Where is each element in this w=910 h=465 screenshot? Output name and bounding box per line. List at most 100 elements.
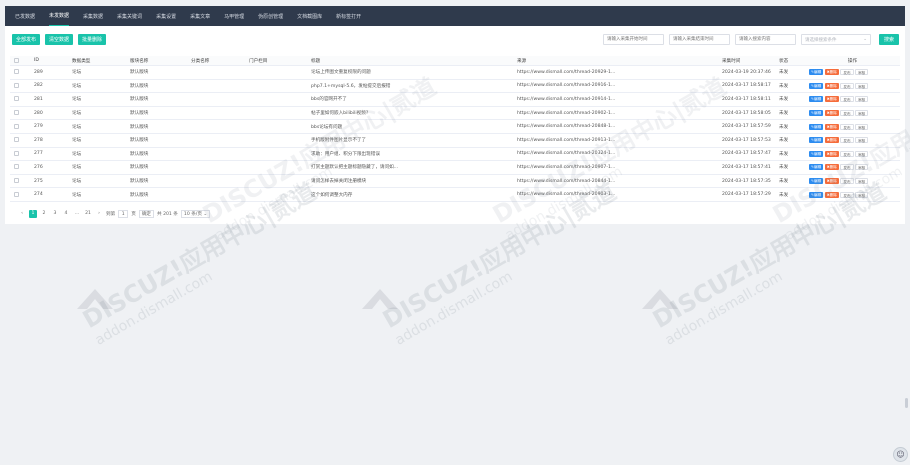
review-button[interactable]: 审核 (855, 96, 869, 103)
publish-button[interactable]: 发布 (840, 191, 854, 198)
nav-tab[interactable]: 伪原创管理 (258, 7, 283, 26)
edit-button[interactable]: ✎编辑 (809, 137, 824, 144)
row-checkbox[interactable] (14, 123, 19, 129)
nav-tab[interactable]: 未发数据 (49, 6, 70, 26)
page-number[interactable]: 4 (62, 210, 70, 218)
nav-tab[interactable]: 采集设置 (156, 7, 176, 26)
publish-button[interactable]: 发布 (840, 137, 854, 144)
review-button[interactable]: 审核 (855, 164, 869, 171)
nav-tab[interactable]: 马甲管理 (224, 7, 244, 26)
cell-forum: 默认版块 (126, 160, 187, 175)
publish-all-button[interactable]: 全部发布 (12, 34, 41, 45)
table-row: 279 论坛 默认版块 bbs论坛有问题 https://www.dismall.com… (10, 119, 900, 134)
nav-tab[interactable]: 采集文章 (190, 7, 210, 26)
publish-button[interactable]: 发布 (840, 123, 854, 130)
delete-button[interactable]: ✖删除 (824, 110, 839, 117)
edit-button[interactable]: ✎编辑 (809, 164, 824, 171)
edit-button[interactable]: ✎编辑 (809, 191, 824, 198)
column-header: 门户栏目 (245, 56, 307, 66)
row-checkbox[interactable] (14, 150, 19, 156)
delete-button[interactable]: ✖删除 (824, 69, 839, 76)
search-button[interactable]: 搜索 (879, 34, 899, 45)
review-button[interactable]: 审核 (855, 137, 869, 144)
edit-button[interactable]: ✎编辑 (809, 69, 824, 76)
goto-confirm-button[interactable]: 确定 (138, 210, 155, 218)
review-button[interactable]: 审核 (855, 69, 869, 76)
page-number[interactable]: 2 (40, 210, 48, 218)
prev-page-icon[interactable]: ‹ (18, 210, 26, 218)
publish-button[interactable]: 发布 (840, 82, 854, 89)
edit-button[interactable]: ✎编辑 (809, 150, 824, 157)
row-checkbox[interactable] (14, 164, 19, 170)
nav-tab[interactable]: 采集关键词 (117, 7, 142, 26)
nav-tab[interactable]: 文档截图库 (297, 7, 322, 26)
edit-button[interactable]: ✎编辑 (809, 110, 824, 117)
publish-button[interactable]: 发布 (840, 178, 854, 185)
review-button[interactable]: 审核 (855, 191, 869, 198)
scrollbar-thumb[interactable] (905, 398, 908, 408)
avatar[interactable]: ☺ (893, 447, 908, 462)
select-all-checkbox[interactable] (14, 57, 19, 63)
batch-delete-button[interactable]: 批量删除 (78, 34, 107, 45)
status-select-label: 请选择搜索条件 (805, 37, 837, 43)
delete-button[interactable]: ✖删除 (824, 150, 839, 157)
next-page-icon[interactable]: › (95, 210, 103, 218)
edit-button[interactable]: ✎编辑 (809, 96, 824, 103)
review-button[interactable]: 审核 (855, 150, 869, 157)
page-number[interactable]: 1 (29, 210, 37, 218)
delete-button[interactable]: ✖删除 (824, 137, 839, 144)
edit-button[interactable]: ✎编辑 (809, 82, 824, 89)
review-button[interactable]: 审核 (855, 178, 869, 185)
delete-button[interactable]: ✖删除 (824, 178, 839, 185)
row-ops-group: ✎编辑 ✖删除 发布 审核 (809, 82, 896, 89)
review-button[interactable]: 审核 (855, 82, 869, 89)
review-button[interactable]: 审核 (855, 123, 869, 130)
row-checkbox[interactable] (14, 178, 19, 184)
search-input[interactable] (735, 34, 796, 45)
publish-button[interactable]: 发布 (840, 150, 854, 157)
row-checkbox[interactable] (14, 96, 19, 102)
delete-button[interactable]: ✖删除 (824, 96, 839, 103)
row-checkbox[interactable] (14, 110, 19, 116)
page-number[interactable]: 21 (84, 210, 92, 218)
chevron-down-icon: ⌄ (863, 37, 867, 42)
watermark-logo-icon (362, 289, 398, 309)
main-panel: 全部发布 清空数据 批量删除 请选择搜索条件 ⌄ 搜索 ID数据类型版块名称分类… (5, 26, 905, 224)
column-header: 版块名称 (126, 56, 187, 66)
cell-forum: 默认版块 (126, 106, 187, 121)
nav-tab[interactable]: 已发数据 (15, 7, 35, 26)
page-number[interactable]: 3 (51, 210, 59, 218)
edit-button[interactable]: ✎编辑 (809, 178, 824, 185)
delete-all-button[interactable]: 清空数据 (45, 34, 74, 45)
row-select-cell (10, 160, 30, 175)
publish-button[interactable]: 发布 (840, 110, 854, 117)
row-select-cell (10, 79, 30, 94)
row-checkbox[interactable] (14, 82, 19, 88)
row-checkbox[interactable] (14, 69, 19, 75)
goto-page-input[interactable]: 1 (118, 210, 129, 218)
nav-tab[interactable]: 采集数据 (83, 7, 103, 26)
cell-title: 求助：用户组、积分下限出现错误 (307, 147, 513, 162)
nav-tab[interactable]: 新标签打开 (336, 7, 361, 26)
table-row: 281 论坛 默认版块 bbs的官网开不了 https://www.dismall.co… (10, 92, 900, 107)
cell-category (187, 160, 245, 175)
start-time-input[interactable] (603, 34, 664, 45)
page-size-select[interactable]: 10 条/页 ⌄ (180, 210, 211, 218)
row-checkbox[interactable] (14, 191, 19, 197)
column-header: ID (30, 56, 68, 66)
delete-button[interactable]: ✖删除 (824, 191, 839, 198)
publish-button[interactable]: 发布 (840, 96, 854, 103)
cell-forum: 默认版块 (126, 119, 187, 134)
publish-button[interactable]: 发布 (840, 69, 854, 76)
end-time-input[interactable] (669, 34, 730, 45)
review-button[interactable]: 审核 (855, 110, 869, 117)
delete-button[interactable]: ✖删除 (824, 123, 839, 130)
edit-button[interactable]: ✎编辑 (809, 123, 824, 130)
cell-category (187, 147, 245, 162)
row-checkbox[interactable] (14, 137, 19, 143)
cell-type: 论坛 (68, 187, 126, 202)
status-select[interactable]: 请选择搜索条件 ⌄ (801, 34, 871, 45)
publish-button[interactable]: 发布 (840, 164, 854, 171)
delete-button[interactable]: ✖删除 (824, 164, 839, 171)
delete-button[interactable]: ✖删除 (824, 82, 839, 89)
